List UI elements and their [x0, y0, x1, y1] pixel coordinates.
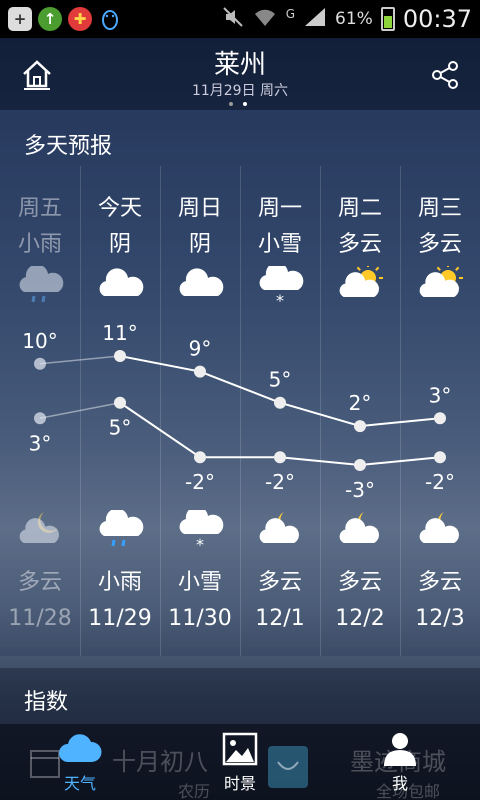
tab-scenes-label: 时景	[223, 774, 256, 793]
high-temp-line-segment	[39, 355, 121, 365]
high-temp-point	[194, 365, 206, 378]
high-temp-point	[274, 396, 286, 409]
low-temp-label: -3°	[345, 478, 375, 502]
low-temp-line-segment	[279, 456, 361, 466]
high-temp-label: 5°	[269, 368, 292, 392]
high-temp-point	[434, 412, 446, 425]
high-temp-label: 2°	[349, 391, 372, 415]
low-temp-point	[114, 396, 126, 409]
index-title: 指数	[24, 690, 69, 715]
high-temp-line-segment	[359, 417, 441, 428]
tab-me[interactable]: 我	[340, 724, 460, 800]
tab-weather[interactable]: 天气	[20, 724, 140, 800]
picture-icon	[222, 732, 258, 766]
tab-me-label: 我	[391, 774, 408, 793]
high-temp-point	[34, 357, 46, 370]
low-temp-label: -2°	[185, 470, 215, 494]
low-temp-point	[354, 459, 366, 471]
low-temp-point	[434, 451, 446, 464]
low-temp-label: -2°	[425, 470, 455, 494]
low-temp-point	[34, 412, 46, 425]
low-temp-line-segment	[359, 456, 441, 466]
high-temp-point	[354, 420, 366, 433]
high-temp-label: 9°	[189, 337, 212, 361]
low-temp-point	[274, 451, 286, 464]
high-temp-point	[114, 350, 126, 362]
low-temp-label: 3°	[29, 431, 52, 455]
bottom-tab-bar: 十月初八 农历 墨迹商城 全场包邮 天气 时景 我	[0, 724, 480, 800]
low-temp-label: -2°	[265, 470, 295, 494]
cloud-icon	[59, 734, 102, 762]
high-temp-label: 11°	[102, 321, 137, 345]
low-temp-label: 5°	[109, 416, 132, 440]
low-temp-point	[194, 451, 206, 464]
high-temp-label: 3°	[429, 383, 452, 407]
tab-weather-label: 天气	[63, 774, 96, 793]
index-section[interactable]	[0, 668, 480, 724]
person-icon	[384, 733, 416, 766]
tab-scenes[interactable]: 时景	[180, 724, 300, 800]
low-temp-line-segment	[119, 401, 201, 459]
high-temp-label: 10°	[22, 329, 57, 353]
